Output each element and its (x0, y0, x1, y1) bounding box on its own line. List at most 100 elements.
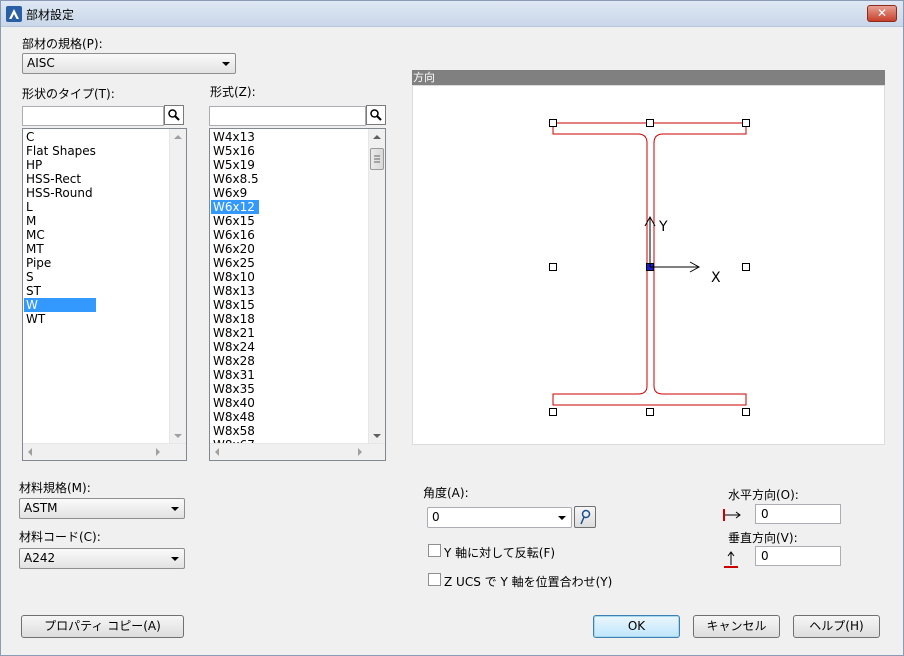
scroll-left-icon[interactable] (28, 448, 32, 456)
designation-list-item[interactable]: W8x21 (211, 326, 259, 340)
designation-list-item[interactable]: W8x35 (211, 382, 259, 396)
member-standard-dropdown[interactable]: AISC (22, 53, 236, 74)
help-button[interactable]: ヘルプ(H) (793, 615, 880, 638)
designation-list-item[interactable]: W6x12 (211, 200, 259, 214)
designation-list-item[interactable]: W8x13 (211, 284, 259, 298)
align-y-ucs-checkbox[interactable] (428, 573, 441, 586)
window-title: 部材設定 (26, 8, 75, 22)
mirror-y-label: Y 軸に対して反転(F) (444, 546, 556, 560)
designation-list-item[interactable]: W5x16 (211, 144, 259, 158)
pick-point-icon (580, 509, 591, 525)
scroll-up-icon[interactable] (373, 135, 381, 139)
scroll-up-icon[interactable] (174, 135, 182, 139)
grip-icon (374, 155, 380, 163)
shape-type-list-item[interactable]: M (24, 214, 96, 228)
pick-angle-button[interactable] (574, 506, 596, 528)
material-standard-value: ASTM (24, 501, 58, 515)
designation-list-item[interactable]: W8x24 (211, 340, 259, 354)
material-code-label: 材料コード(C): (19, 530, 101, 544)
shape-type-vertical-scrollbar[interactable] (169, 129, 186, 444)
shape-type-list-item[interactable]: S (24, 270, 96, 284)
designation-vertical-scrollbar[interactable] (368, 129, 385, 444)
close-button[interactable]: ✕ (867, 5, 897, 22)
shape-type-list-item[interactable]: HSS-Rect (24, 172, 96, 186)
shape-type-list-item[interactable]: Flat Shapes (24, 144, 96, 158)
scroll-down-icon[interactable] (174, 434, 182, 438)
designation-label: 形式(Z): (210, 85, 256, 99)
designation-list-item[interactable]: W6x8.5 (211, 172, 259, 186)
magnifier-icon (168, 109, 180, 121)
designation-list[interactable]: W4x13 W5x16 W5x19 W6x8.5 W6x9 W6x12 W6x15 W6x16… (209, 128, 386, 461)
shape-type-list-item[interactable]: W (24, 298, 96, 312)
shape-type-list-item[interactable]: MT (24, 242, 96, 256)
ok-button[interactable]: OK (593, 615, 680, 638)
member-settings-dialog: 部材設定 ✕ 部材の規格(P): AISC 形状のタイプ(T): C Flat S… (0, 0, 904, 656)
shape-type-list-item[interactable]: HSS-Round (24, 186, 96, 200)
designation-list-item[interactable]: W8x31 (211, 368, 259, 382)
scroll-right-icon[interactable] (358, 448, 362, 456)
shape-type-label: 形状のタイプ(T): (22, 87, 115, 101)
shape-type-list[interactable]: C Flat Shapes HP HSS-Rect HSS-Round L M MC MT Pip… (22, 128, 187, 461)
designation-list-item[interactable]: W8x18 (211, 312, 259, 326)
shape-type-list-item[interactable]: C (24, 130, 96, 144)
horizontal-offset-icon (723, 509, 741, 521)
designation-list-item[interactable]: W6x25 (211, 256, 259, 270)
title-bar[interactable]: 部材設定 ✕ (1, 1, 903, 27)
shape-type-list-item[interactable]: ST (24, 284, 96, 298)
material-code-dropdown[interactable]: A242 (19, 548, 185, 569)
designation-search-button[interactable] (366, 105, 386, 125)
autocad-logo-icon (6, 6, 22, 22)
shape-type-search-button[interactable] (164, 105, 184, 125)
angle-label: 角度(A): (423, 486, 469, 500)
vertical-offset-icon (724, 551, 738, 568)
designation-list-item[interactable]: W8x28 (211, 354, 259, 368)
designation-list-item[interactable]: W6x20 (211, 242, 259, 256)
designation-list-item[interactable]: W6x16 (211, 228, 259, 242)
designation-list-item[interactable]: W6x9 (211, 186, 259, 200)
material-standard-dropdown[interactable]: ASTM (19, 498, 185, 519)
designation-list-item[interactable]: W4x13 (211, 130, 259, 144)
scroll-thumb[interactable] (370, 148, 384, 170)
shape-type-list-item[interactable]: HP (24, 158, 96, 172)
shape-type-list-item[interactable]: MC (24, 228, 96, 242)
horizontal-offset-input[interactable]: 0 (755, 504, 841, 524)
mirror-y-checkbox[interactable] (428, 544, 441, 557)
cancel-button[interactable]: キャンセル (693, 615, 780, 638)
vertical-offset-input[interactable]: 0 (755, 546, 841, 566)
shape-type-search-input[interactable] (22, 106, 164, 126)
shape-type-list-item[interactable]: WT (24, 312, 96, 326)
orientation-preview[interactable]: Y X (412, 85, 885, 445)
member-standard-label: 部材の規格(P): (22, 37, 103, 51)
angle-combo[interactable]: 0 (427, 507, 572, 528)
vertical-offset-value: 0 (761, 549, 769, 563)
designation-list-item[interactable]: W8x58 (211, 424, 259, 438)
chevron-down-icon (171, 557, 179, 561)
designation-list-item[interactable]: W8x40 (211, 396, 259, 410)
align-y-ucs-label: Z UCS で Y 軸を位置合わせ(Y) (444, 575, 613, 589)
orientation-header: 方向 (412, 70, 885, 85)
designation-list-item[interactable]: W6x15 (211, 214, 259, 228)
designation-list-item[interactable]: W8x10 (211, 270, 259, 284)
designation-list-item[interactable]: W8x15 (211, 298, 259, 312)
horizontal-offset-value: 0 (761, 507, 769, 521)
shape-type-list-item[interactable]: L (24, 200, 96, 214)
material-standard-label: 材料規格(M): (19, 481, 91, 495)
shape-type-list-item[interactable]: Pipe (24, 256, 96, 270)
shape-type-horizontal-scrollbar[interactable] (23, 443, 186, 460)
designation-search-input[interactable] (209, 106, 366, 126)
scroll-right-icon[interactable] (156, 448, 160, 456)
vertical-label: 垂直方向(V): (728, 531, 798, 545)
designation-list-item[interactable]: W8x48 (211, 410, 259, 424)
designation-horizontal-scrollbar[interactable] (210, 443, 385, 460)
designation-items: W4x13 W5x16 W5x19 W6x8.5 W6x9 W6x12 W6x15 W6x16… (211, 130, 259, 452)
chevron-down-icon (558, 516, 566, 520)
designation-list-item[interactable]: W5x19 (211, 158, 259, 172)
member-standard-value: AISC (27, 56, 55, 70)
chevron-down-icon (171, 507, 179, 511)
x-axis-label: X (711, 270, 721, 286)
magnifier-icon (370, 109, 382, 121)
scroll-left-icon[interactable] (215, 448, 219, 456)
close-icon: ✕ (876, 6, 888, 20)
copy-properties-button[interactable]: プロパティ コピー(A) (21, 615, 184, 638)
scroll-down-icon[interactable] (373, 434, 381, 438)
